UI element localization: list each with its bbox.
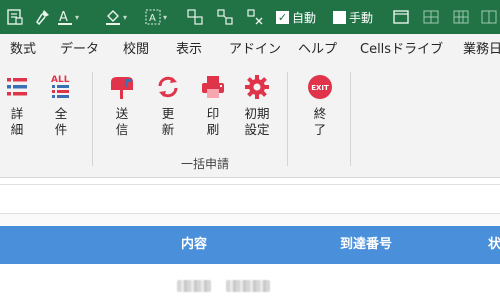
- send-button[interactable]: 送 信: [104, 72, 140, 138]
- format-painter-icon[interactable]: [34, 7, 52, 27]
- print-button-label: 印 刷: [206, 106, 220, 137]
- initial-settings-button[interactable]: 初期 設定: [239, 72, 275, 138]
- column-header-content[interactable]: 内容: [181, 226, 207, 264]
- grid-layout-icon[interactable]: [422, 7, 440, 27]
- group-objects-icon[interactable]: [186, 7, 204, 27]
- refresh-icon: [153, 72, 183, 102]
- excel-window: A ▾ ▾ A ▾ ✓ 自動 手動 数式 データ 校閲 表示 アドイン ヘルプ …: [0, 0, 500, 308]
- ribbon-separator: [287, 72, 288, 166]
- all-list-icon: ALL: [46, 72, 76, 102]
- auto-checkbox-label: 自動: [292, 10, 317, 25]
- formula-bar[interactable]: [0, 184, 500, 214]
- refresh-button-label: 更 新: [161, 106, 175, 137]
- chevron-down-icon[interactable]: ▾: [123, 13, 127, 22]
- font-color-icon[interactable]: A ▾: [56, 7, 79, 27]
- exit-badge-text: EXIT: [311, 84, 329, 92]
- tab-formulas[interactable]: 数式: [10, 34, 36, 66]
- initial-settings-button-label: 初期 設定: [244, 106, 270, 137]
- chevron-down-icon[interactable]: ▾: [163, 13, 167, 22]
- ribbon-separator: [350, 72, 351, 166]
- tab-data[interactable]: データ: [60, 34, 99, 66]
- exit-button[interactable]: EXIT 終 了: [302, 72, 338, 138]
- grid-layout-more-icon[interactable]: [480, 7, 498, 27]
- exit-icon: EXIT: [305, 72, 335, 102]
- send-button-label: 送 信: [115, 106, 129, 137]
- table-row[interactable]: [0, 264, 500, 308]
- all-button[interactable]: ALL 全 件: [43, 72, 79, 138]
- tab-business-day[interactable]: 業務日: [463, 34, 500, 66]
- svg-text:A: A: [149, 13, 156, 24]
- group-label-bulk-apply: 一括申請: [181, 157, 230, 171]
- chevron-down-icon[interactable]: ▾: [75, 13, 79, 22]
- column-header-status[interactable]: 状: [488, 226, 500, 264]
- print-button[interactable]: 印 刷: [195, 72, 231, 138]
- send-mailbox-icon: [107, 72, 137, 102]
- fill-color-icon[interactable]: ▾: [104, 7, 127, 27]
- text-box-icon[interactable]: A ▾: [144, 7, 167, 27]
- quick-access-toolbar: A ▾ ▾ A ▾ ✓ 自動 手動: [0, 0, 500, 34]
- list-detail-icon: [2, 72, 32, 102]
- tab-review[interactable]: 校閲: [123, 34, 149, 66]
- print-icon: [198, 72, 228, 102]
- column-header-arrival-number[interactable]: 到達番号: [340, 226, 392, 264]
- tab-help[interactable]: ヘルプ: [298, 34, 337, 66]
- checkbox-unchecked-icon[interactable]: [333, 10, 346, 24]
- tab-view[interactable]: 表示: [176, 34, 202, 66]
- grid-layout-alt-icon[interactable]: [452, 7, 470, 27]
- redacted-cell: [226, 280, 270, 292]
- manual-checkbox-label: 手動: [349, 10, 374, 25]
- exit-button-label: 終 了: [313, 106, 327, 137]
- sheet-gap: [0, 214, 500, 226]
- ribbon-panel: 詳 細 ALL 全 件 送 信 更 新 印 刷 初期 設定 EXIT 終 了 一…: [0, 66, 500, 178]
- gear-icon: [242, 72, 272, 102]
- ribbon-separator: [92, 72, 93, 166]
- detail-button-label: 詳 細: [10, 106, 24, 137]
- form-icon[interactable]: [6, 7, 24, 27]
- svg-text:A: A: [59, 10, 68, 25]
- all-button-label: 全 件: [54, 106, 68, 137]
- auto-checkbox[interactable]: ✓ 自動: [276, 7, 316, 27]
- all-badge-text: ALL: [51, 75, 70, 85]
- checkbox-checked-icon[interactable]: ✓: [276, 10, 289, 24]
- ungroup-objects-icon[interactable]: [216, 7, 234, 27]
- window-layout-icon[interactable]: [392, 7, 410, 27]
- manual-checkbox[interactable]: 手動: [333, 7, 373, 27]
- tab-addins[interactable]: アドイン: [229, 34, 281, 66]
- refresh-button[interactable]: 更 新: [150, 72, 186, 138]
- ribbon-tabs: 数式 データ 校閲 表示 アドイン ヘルプ Cellsドライブ 業務日: [0, 34, 500, 66]
- table-header: 内容 到達番号 状: [0, 226, 500, 264]
- tab-cells-drive[interactable]: Cellsドライブ: [360, 34, 443, 66]
- detail-button[interactable]: 詳 細: [0, 72, 35, 138]
- delete-objects-icon[interactable]: [246, 7, 264, 27]
- redacted-cell: [177, 280, 211, 292]
